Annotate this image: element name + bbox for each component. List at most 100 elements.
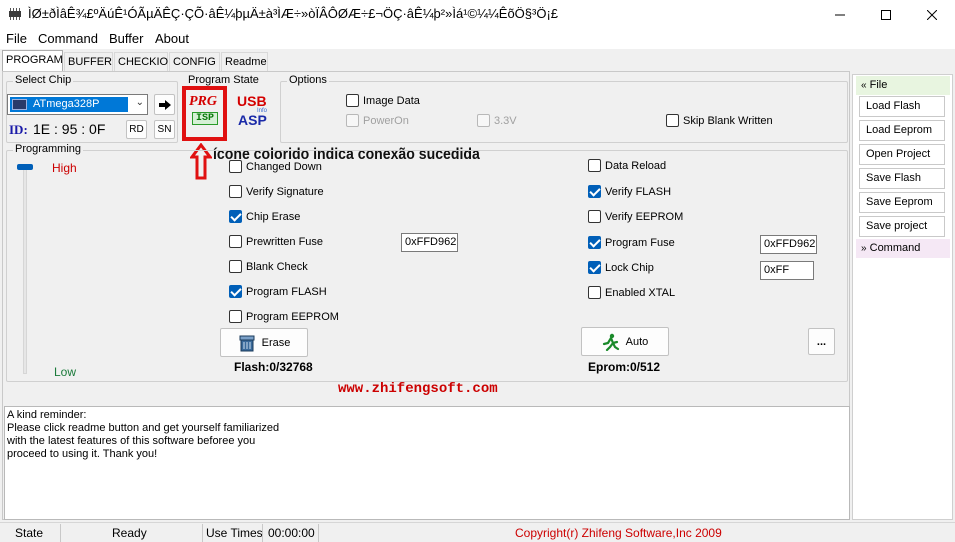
state-value: Ready <box>112 526 147 540</box>
program-fuse-text: Program Fuse <box>605 236 675 249</box>
program-fuse-box[interactable] <box>588 236 601 249</box>
tab-config[interactable]: CONFIG <box>169 52 220 71</box>
maximize-icon <box>881 9 891 20</box>
load-eeprom-button[interactable]: Load Eeprom <box>859 120 945 141</box>
program-state-group: Program State PRG ISP USB Info ASP <box>181 74 276 143</box>
website-link[interactable]: www.zhifengsoft.com <box>338 381 498 397</box>
verify-flash-box[interactable] <box>588 185 601 198</box>
save-project-button[interactable]: Save project <box>859 216 945 237</box>
menu-bar: File Command Buffer About <box>0 29 955 49</box>
chip-icon <box>12 99 27 110</box>
chip-erase-checkbox[interactable]: Chip Erase <box>229 210 300 223</box>
voltage-checkbox[interactable]: 3.3V <box>477 114 517 127</box>
verify-signature-box[interactable] <box>229 185 242 198</box>
menu-about[interactable]: About <box>155 31 189 46</box>
erase-button[interactable]: Erase <box>220 328 308 357</box>
slider-thumb[interactable] <box>17 164 33 170</box>
program-fuse-checkbox[interactable]: Program Fuse <box>588 236 675 249</box>
verify-flash-checkbox[interactable]: Verify FLASH <box>588 185 671 198</box>
program-flash-checkbox[interactable]: Program FLASH <box>229 285 327 298</box>
command-section-header[interactable]: » Command <box>856 239 950 258</box>
image-data-box[interactable] <box>346 94 359 107</box>
prewritten-fuse-checkbox[interactable]: Prewritten Fuse <box>229 235 323 248</box>
open-project-button[interactable]: Open Project <box>859 144 945 165</box>
isp-text: ISP <box>192 112 218 125</box>
command-section-label: Command <box>869 242 921 254</box>
slider-track <box>23 164 27 374</box>
program-flash-text: Program FLASH <box>246 285 327 298</box>
chip-select-value: ATmega328P <box>10 97 128 112</box>
prewritten-fuse-input[interactable]: 0xFFD962 <box>401 233 458 252</box>
enabled-xtal-checkbox[interactable]: Enabled XTAL <box>588 286 675 299</box>
save-eeprom-button[interactable]: Save Eeprom <box>859 192 945 213</box>
tab-buffer[interactable]: BUFFER <box>64 52 113 71</box>
power-on-box[interactable] <box>346 114 359 127</box>
tab-program[interactable]: PROGRAM <box>2 50 63 72</box>
power-on-text: PowerOn <box>363 114 409 127</box>
maximize-button[interactable] <box>863 0 909 29</box>
runner-icon <box>602 333 619 351</box>
file-section-header[interactable]: « File <box>856 76 950 95</box>
menu-file[interactable]: File <box>6 31 27 46</box>
changed-down-box[interactable] <box>229 160 242 173</box>
message-log[interactable]: A kind reminder: Please click readme but… <box>4 406 850 520</box>
chip-select[interactable]: ATmega328P ⌄ <box>7 94 148 115</box>
chevron-double-right-icon: » <box>861 243 867 254</box>
menu-command[interactable]: Command <box>38 31 98 46</box>
status-separator <box>318 524 319 542</box>
auto-button-label: Auto <box>625 335 649 348</box>
prewritten-fuse-box[interactable] <box>229 235 242 248</box>
auto-button[interactable]: Auto <box>581 327 669 356</box>
chip-erase-box[interactable] <box>229 210 242 223</box>
status-separator <box>60 524 61 542</box>
data-reload-box[interactable] <box>588 159 601 172</box>
data-reload-checkbox[interactable]: Data Reload <box>588 159 666 172</box>
changed-down-checkbox[interactable]: Changed Down <box>229 160 322 173</box>
load-flash-button[interactable]: Load Flash <box>859 96 945 117</box>
save-flash-button[interactable]: Save Flash <box>859 168 945 189</box>
menu-buffer[interactable]: Buffer <box>109 31 143 46</box>
lock-chip-checkbox[interactable]: Lock Chip <box>588 261 654 274</box>
sn-button[interactable]: SN <box>154 120 175 139</box>
title-bar: ÌØ±ðÌâÊ¾£ºÄúÊ¹ÓÃµÄÊÇ·ÇÕ·âÊ¼þµÄ±à³ÌÆ÷»òÏÂ… <box>0 0 955 29</box>
program-eeprom-text: Program EEPROM <box>246 310 339 323</box>
rd-button[interactable]: RD <box>126 120 147 139</box>
data-reload-text: Data Reload <box>605 159 667 172</box>
chevron-double-down-icon: « <box>861 80 867 91</box>
lock-chip-box[interactable] <box>588 261 601 274</box>
tab-checkio[interactable]: CHECKIO <box>114 52 168 71</box>
lock-chip-input[interactable]: 0xFF <box>760 261 814 280</box>
blank-check-checkbox[interactable]: Blank Check <box>229 260 308 273</box>
programming-label: Programming <box>13 143 84 155</box>
more-options-button[interactable]: ... <box>808 328 835 355</box>
verify-signature-checkbox[interactable]: Verify Signature <box>229 185 324 198</box>
blank-check-text: Blank Check <box>246 260 308 273</box>
minimize-button[interactable] <box>817 0 863 29</box>
close-button[interactable] <box>909 0 955 29</box>
program-fuse-input[interactable]: 0xFFD962 <box>760 235 817 254</box>
blank-check-box[interactable] <box>229 260 242 273</box>
image-data-text: Image Data <box>363 94 420 107</box>
voltage-text: 3.3V <box>494 114 517 127</box>
program-flash-box[interactable] <box>229 285 242 298</box>
tab-readme[interactable]: Readme <box>221 52 268 71</box>
asp-text: ASP <box>238 112 267 128</box>
skip-blank-checkbox[interactable]: Skip Blank Written <box>666 114 773 127</box>
voltage-box[interactable] <box>477 114 490 127</box>
verify-eeprom-checkbox[interactable]: Verify EEPROM <box>588 210 683 223</box>
options-group: Options Image Data PowerOn 3.3V Skip Bla… <box>280 74 848 143</box>
level-slider[interactable] <box>17 164 33 376</box>
lock-chip-text: Lock Chip <box>605 261 654 274</box>
image-data-checkbox[interactable]: Image Data <box>346 94 420 107</box>
low-label: Low <box>54 365 77 379</box>
apply-chip-button[interactable] <box>154 94 175 115</box>
program-eeprom-box[interactable] <box>229 310 242 323</box>
skip-blank-text: Skip Blank Written <box>683 114 773 127</box>
skip-blank-box[interactable] <box>666 114 679 127</box>
verify-eeprom-box[interactable] <box>588 210 601 223</box>
program-eeprom-checkbox[interactable]: Program EEPROM <box>229 310 339 323</box>
use-times-label: Use Times <box>206 526 263 540</box>
id-label: ID: <box>9 122 28 137</box>
enabled-xtal-box[interactable] <box>588 286 601 299</box>
power-on-checkbox[interactable]: PowerOn <box>346 114 409 127</box>
